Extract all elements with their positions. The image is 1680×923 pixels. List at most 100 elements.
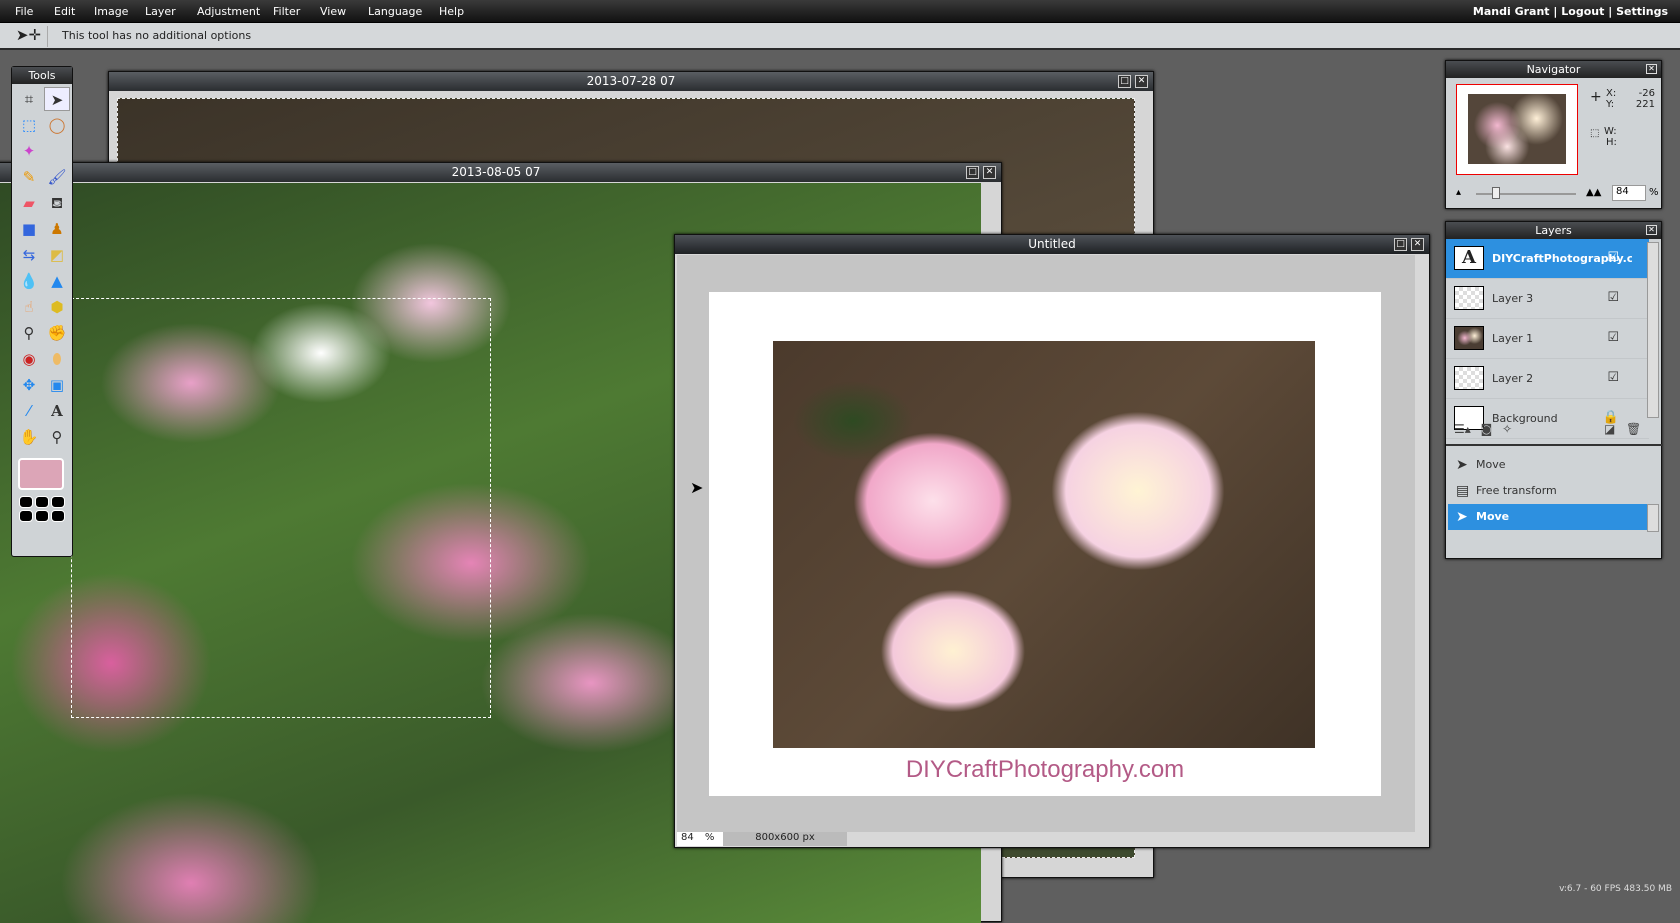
menu-language[interactable]: Language (368, 5, 422, 18)
menu-file[interactable]: File (15, 5, 33, 18)
menu-layer[interactable]: Layer (145, 5, 176, 18)
new-layer-icon[interactable]: ◪ (1604, 422, 1615, 436)
panel-title: Layers (1535, 224, 1572, 237)
color-replace-tool-icon[interactable]: ⇆ (16, 243, 42, 267)
zoom-tool-icon[interactable]: ⚲ (44, 425, 70, 449)
logout-link[interactable]: Logout (1561, 5, 1604, 18)
watermark-text: DIYCraftPhotography.com (905, 756, 1185, 783)
crosshair-icon: + (1590, 89, 1602, 105)
hand-tool-icon[interactable]: ✋ (16, 425, 42, 449)
settings-link[interactable]: Settings (1616, 5, 1668, 18)
blur-tool-icon[interactable]: 💧 (16, 269, 42, 293)
spot-heal-tool-icon[interactable]: ⬮ (44, 347, 70, 371)
sponge-tool-icon[interactable]: ⬢ (44, 295, 70, 319)
crop-tool-icon[interactable]: ⌗ (16, 87, 42, 111)
selection-size-icon: ⬚ (1590, 128, 1600, 139)
maximize-icon[interactable]: □ (1118, 75, 1131, 88)
color-picker-tool-icon[interactable]: ⁄ (16, 399, 42, 423)
close-icon[interactable]: ✕ (1646, 64, 1657, 74)
marquee-tool-icon[interactable]: ⬚ (16, 113, 42, 137)
smudge-tool-icon[interactable]: ☝ (16, 295, 42, 319)
move-tool-icon[interactable]: ➤ (44, 87, 70, 111)
zoom-unit: % (1649, 187, 1659, 198)
zoom-slider[interactable] (1476, 187, 1576, 199)
zoom-field[interactable]: 84 % (677, 832, 723, 846)
close-icon[interactable]: ✕ (1646, 225, 1657, 235)
version-status: v:6.7 - 60 FPS 483.50 MB (1559, 884, 1672, 894)
window-title-bar[interactable]: 2013-08-05 07 □ ✕ (0, 163, 1001, 182)
brush-tool-icon[interactable]: 🖌 (44, 165, 70, 189)
visibility-checkbox[interactable]: ☑ (1607, 250, 1619, 265)
history-item[interactable]: ▤ Free transform (1448, 478, 1648, 504)
zoom-in-icon[interactable]: ▲▲ (1586, 187, 1601, 198)
canvas-area[interactable]: DIYCraftPhotography.com (677, 255, 1415, 832)
close-icon[interactable]: ✕ (983, 166, 996, 179)
layer-settings-icon[interactable]: ☰▴ (1454, 422, 1471, 436)
maximize-icon[interactable]: □ (966, 166, 979, 179)
history-item[interactable]: ➤ Move (1448, 452, 1648, 478)
pencil-tool-icon[interactable]: ✎ (16, 165, 42, 189)
history-scrollbar[interactable] (1647, 504, 1659, 532)
layer-list: ADIYCraftPhotography.com☑ Layer 3☑ Layer… (1446, 239, 1649, 439)
menu-image[interactable]: Image (94, 5, 128, 18)
layer-thumbnail (1454, 366, 1484, 390)
layer-row[interactable]: Layer 2 ☑ (1446, 359, 1649, 399)
type-tool-icon[interactable]: A (44, 399, 70, 423)
clone-stamp-tool-icon[interactable]: ♟ (44, 217, 70, 241)
layer-style-icon[interactable]: ✧ (1502, 422, 1512, 436)
maximize-icon[interactable]: □ (1394, 238, 1407, 251)
visibility-checkbox[interactable]: ☑ (1607, 290, 1619, 305)
red-eye-tool-icon[interactable]: ◉ (16, 347, 42, 371)
menu-view[interactable]: View (320, 5, 346, 18)
layer-row[interactable]: ADIYCraftPhotography.com☑ (1446, 239, 1649, 279)
window-title: Untitled (1028, 237, 1076, 251)
untitled-window[interactable]: Untitled □ ✕ DIYCraftPhotography.com 84 %… (674, 234, 1430, 848)
layer-row[interactable]: Layer 3 ☑ (1446, 279, 1649, 319)
user-name[interactable]: Mandi Grant (1473, 5, 1550, 18)
menu-help[interactable]: Help (439, 5, 464, 18)
zoom-out-icon[interactable]: ▴ (1456, 187, 1461, 198)
layer-mask-icon[interactable]: ◙ (1481, 422, 1493, 436)
pinch-tool-icon[interactable]: ▣ (44, 373, 70, 397)
menu-filter[interactable]: Filter (273, 5, 300, 18)
layer-row[interactable]: Layer 1 ☑ (1446, 319, 1649, 359)
navigator-panel: Navigator ✕ + X: -26 Y: 221 ⬚ W: H: ▴ ▲▲ 84… (1445, 60, 1662, 209)
lasso-tool-icon[interactable]: ◯ (44, 113, 70, 137)
delete-layer-icon[interactable]: 🗑 (1626, 422, 1641, 436)
free-transform-icon: ▤ (1456, 483, 1470, 499)
visibility-checkbox[interactable]: ☑ (1607, 370, 1619, 385)
separator: | (1608, 5, 1613, 18)
close-icon[interactable]: ✕ (1135, 75, 1148, 88)
move-icon: ➤ (1456, 457, 1468, 473)
layer-thumbnail (1454, 286, 1484, 310)
zoom-input[interactable]: 84 (1612, 185, 1646, 201)
sharpen-tool-icon[interactable]: ▲ (44, 269, 70, 293)
eraser-tool-icon[interactable]: ▰ (16, 191, 42, 215)
separator: | (1553, 5, 1558, 18)
layer-actions: ☰▴ ◙ ✧ ◪ 🗑 (1454, 422, 1641, 436)
burn-tool-icon[interactable]: ⚲ (16, 321, 42, 345)
history-list: ➤ Move ▤ Free transform ➤ Move (1448, 452, 1648, 530)
menu-bar: File Edit Image Layer Adjustment Filter … (0, 0, 1680, 23)
gradient-tool-icon[interactable]: ■ (16, 217, 42, 241)
layers-scrollbar[interactable] (1647, 242, 1659, 418)
palette-presets[interactable] (12, 496, 72, 522)
magic-wand-tool-icon[interactable]: ✦ (16, 139, 42, 163)
history-item[interactable]: ➤ Move (1448, 504, 1648, 530)
foreground-color-swatch[interactable] (18, 458, 64, 490)
navigator-preview[interactable] (1456, 84, 1578, 175)
menu-edit[interactable]: Edit (54, 5, 75, 18)
bloat-tool-icon[interactable]: ✥ (16, 373, 42, 397)
close-icon[interactable]: ✕ (1411, 238, 1424, 251)
window-title-bar[interactable]: 2013-07-28 07 □ ✕ (109, 72, 1153, 91)
dodge-tool-icon[interactable]: ✊ (44, 321, 70, 345)
bucket-tool-icon[interactable]: ⛾ (44, 191, 70, 215)
menu-adjustment[interactable]: Adjustment (197, 5, 260, 18)
tools-panel: Tools ⌗ ➤ ⬚ ◯ ✦ ✎ 🖌 ▰ ⛾ ■ ♟ ⇆ ◩ 💧 ▲ ☝ ⬢ … (11, 66, 73, 557)
shapes-tool-icon[interactable]: ◩ (44, 243, 70, 267)
tool-options-bar: ➤✛ This tool has no additional options (0, 23, 1680, 50)
image-canvas[interactable]: DIYCraftPhotography.com (709, 292, 1381, 796)
image-size: 800x600 px (723, 832, 847, 846)
visibility-checkbox[interactable]: ☑ (1607, 330, 1619, 345)
window-title-bar[interactable]: Untitled □ ✕ (675, 235, 1429, 254)
